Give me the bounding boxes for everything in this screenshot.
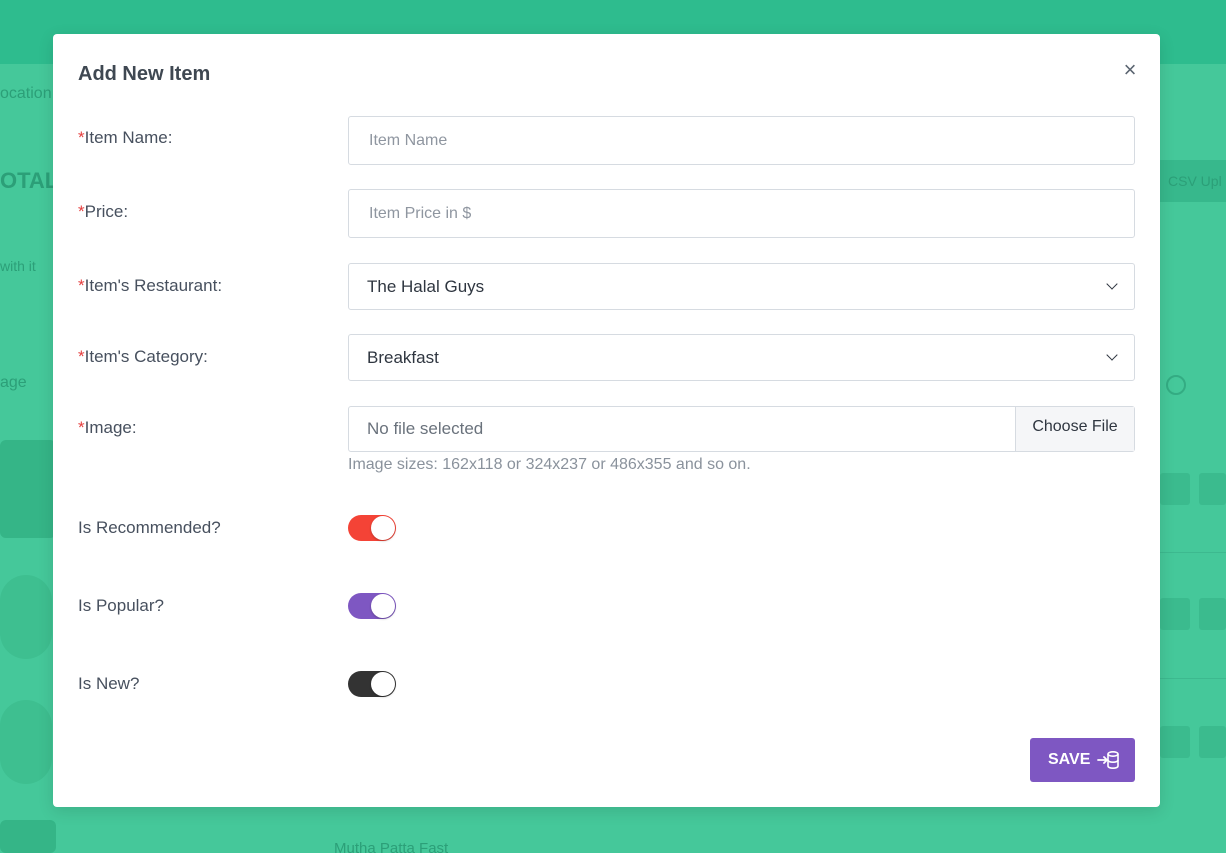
toggle-knob xyxy=(371,594,395,618)
power-icon[interactable] xyxy=(1199,473,1226,505)
edit-icon[interactable] xyxy=(1160,598,1190,630)
required-mark: * xyxy=(78,202,85,221)
sort-icon[interactable] xyxy=(1166,375,1186,395)
image-size-help: Image sizes: 162x118 or 324x237 or 486x3… xyxy=(348,456,751,473)
toggle-knob xyxy=(371,672,395,696)
save-button[interactable]: SAVE xyxy=(1030,738,1135,782)
required-mark: * xyxy=(78,128,85,147)
restaurant-selected-value: The Halal Guys xyxy=(367,277,485,296)
item-title: Mutha Patta Fast xyxy=(334,840,449,853)
price-label: *Price: xyxy=(78,202,129,221)
breadcrumb: ocation xyxy=(0,85,52,102)
page-heading: OTAL xyxy=(0,168,59,193)
image-file-input[interactable]: No file selected Choose File xyxy=(348,406,1135,452)
modal-title: Add New Item xyxy=(78,63,211,85)
restaurant-label: *Item's Restaurant: xyxy=(78,276,223,295)
item-thumbnail xyxy=(0,440,56,538)
item-thumbnail xyxy=(0,700,52,784)
new-toggle[interactable] xyxy=(348,671,396,697)
new-label: Is New? xyxy=(78,674,140,693)
item-thumbnail xyxy=(0,820,56,853)
chevron-down-icon xyxy=(1106,278,1118,290)
toggle-knob xyxy=(371,516,395,540)
table-row-divider xyxy=(1160,678,1226,679)
edit-icon[interactable] xyxy=(1160,473,1190,505)
image-label: *Image: xyxy=(78,418,137,437)
required-mark: * xyxy=(78,276,85,295)
recommended-label: Is Recommended? xyxy=(78,518,221,537)
file-status: No file selected xyxy=(367,419,484,438)
required-mark: * xyxy=(78,347,85,366)
add-item-modal: Add New Item × *Item Name: *Price: *Item… xyxy=(53,34,1160,807)
required-mark: * xyxy=(78,418,85,437)
item-thumbnail xyxy=(0,575,52,659)
power-icon[interactable] xyxy=(1199,726,1226,758)
table-header-image: age xyxy=(0,374,27,391)
recommended-toggle[interactable] xyxy=(348,515,396,541)
category-select[interactable]: Breakfast xyxy=(348,334,1135,381)
page-subtitle: with it xyxy=(0,258,36,274)
item-name-label: *Item Name: xyxy=(78,128,173,147)
database-save-icon xyxy=(1097,750,1119,770)
choose-file-button[interactable]: Choose File xyxy=(1015,407,1134,451)
category-label: *Item's Category: xyxy=(78,347,208,366)
price-input[interactable] xyxy=(348,189,1135,238)
power-icon[interactable] xyxy=(1199,598,1226,630)
category-selected-value: Breakfast xyxy=(367,348,439,367)
restaurant-select[interactable]: The Halal Guys xyxy=(348,263,1135,310)
popular-toggle[interactable] xyxy=(348,593,396,619)
item-name-input[interactable] xyxy=(348,116,1135,165)
csv-upload-button[interactable]: CSV Upl xyxy=(1160,160,1226,202)
table-row-divider xyxy=(1160,552,1226,553)
save-label: SAVE xyxy=(1048,751,1091,768)
chevron-down-icon xyxy=(1106,349,1118,361)
edit-icon[interactable] xyxy=(1160,726,1190,758)
popular-label: Is Popular? xyxy=(78,596,164,615)
close-icon[interactable]: × xyxy=(1119,58,1141,82)
